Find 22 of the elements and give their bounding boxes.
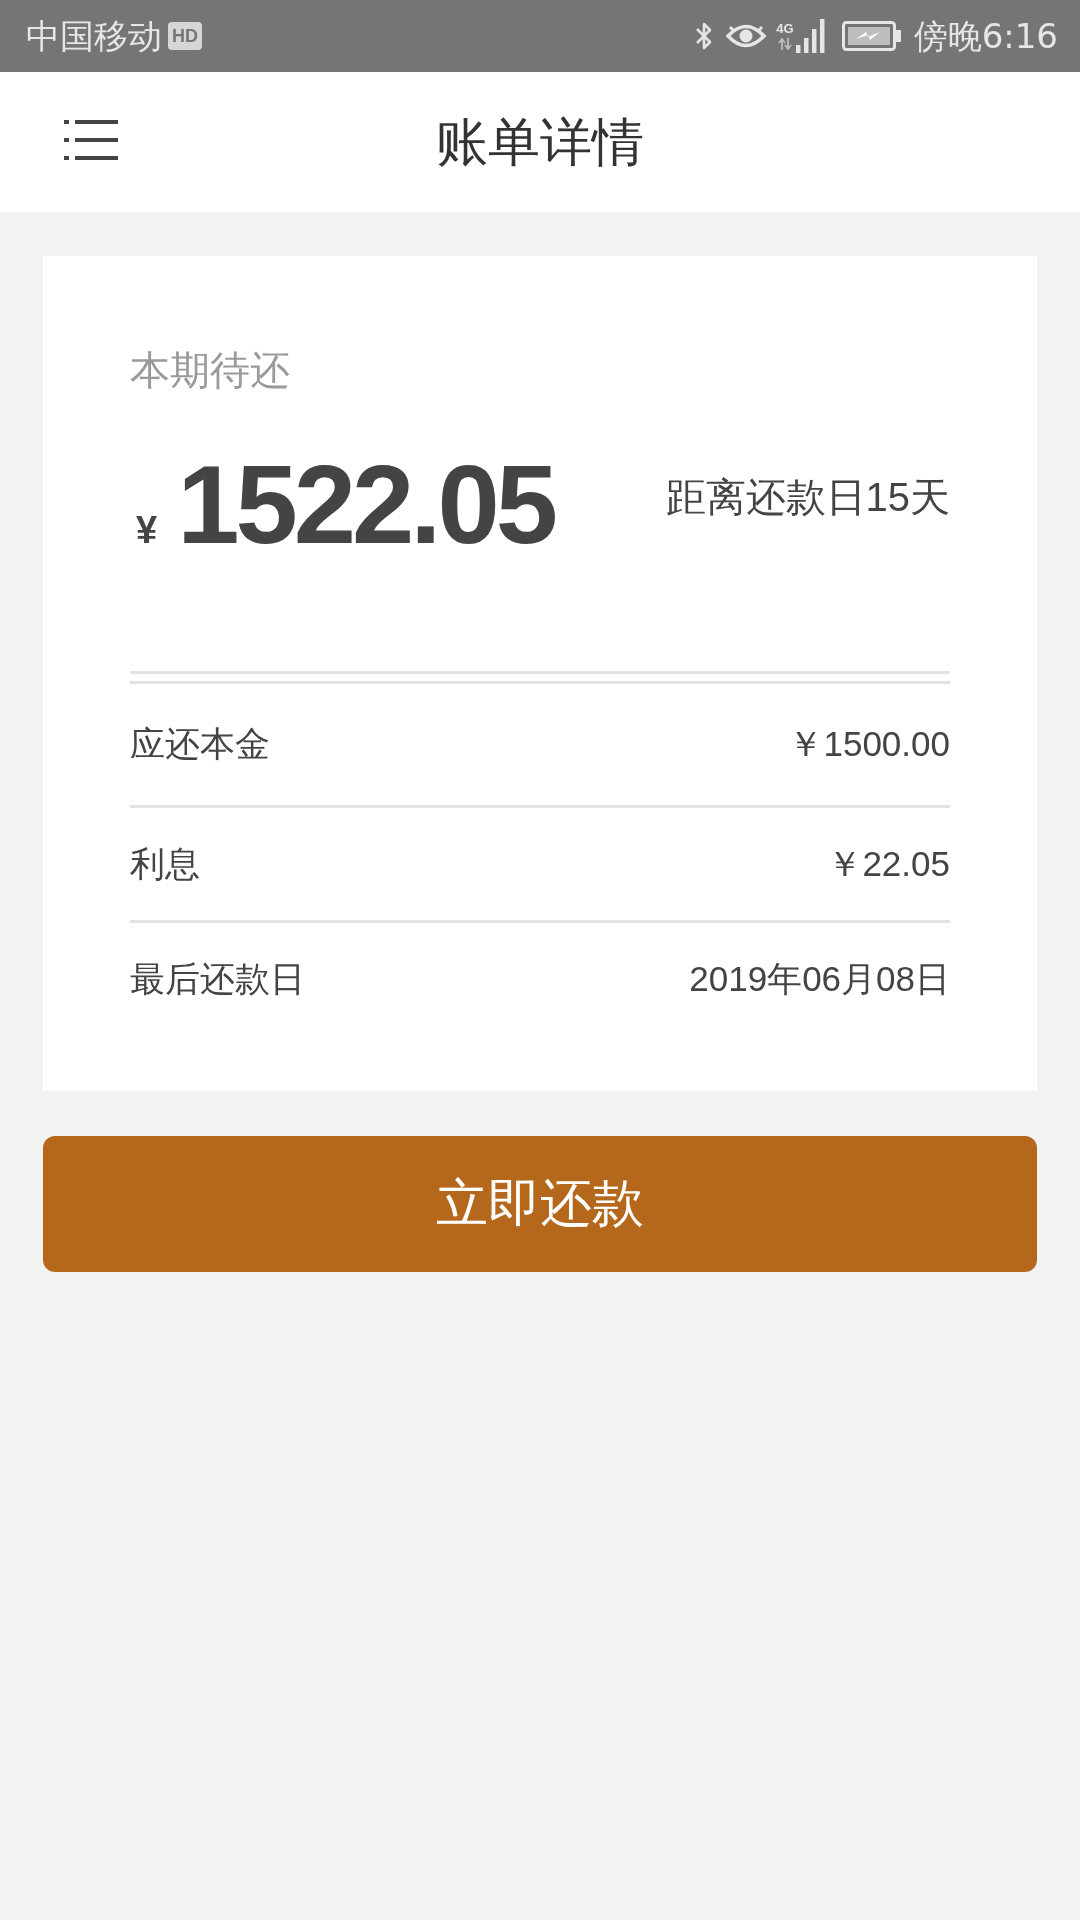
hd-badge: HD xyxy=(168,22,202,50)
detail-label: 最后还款日 xyxy=(130,957,305,1000)
detail-label: 应还本金 xyxy=(130,723,270,765)
battery-icon xyxy=(841,21,902,51)
data-arrows-icon xyxy=(777,38,792,50)
detail-value: 2019年06月08日 xyxy=(689,957,950,1000)
carrier-name: 中国移动 xyxy=(26,16,162,56)
network-type-label: 4G xyxy=(776,22,794,36)
detail-value: ￥22.05 xyxy=(827,842,950,885)
detail-label: 利息 xyxy=(130,842,200,885)
detail-value: ￥1500.00 xyxy=(788,723,950,765)
menu-icon xyxy=(64,120,118,160)
currency-symbol: ¥ xyxy=(136,509,158,552)
signal-icon xyxy=(795,19,826,53)
amount-due: 1522.05 xyxy=(177,441,554,569)
amount-due-label: 本期待还 xyxy=(130,347,291,394)
days-until-due: 距离还款日15天 xyxy=(665,473,950,521)
eye-icon xyxy=(726,23,767,49)
menu-button[interactable] xyxy=(64,120,118,160)
clock-time: 傍晚6:16 xyxy=(913,16,1058,56)
page-title: 账单详情 xyxy=(436,112,644,172)
repay-now-button[interactable]: 立即还款 xyxy=(43,1136,1037,1272)
